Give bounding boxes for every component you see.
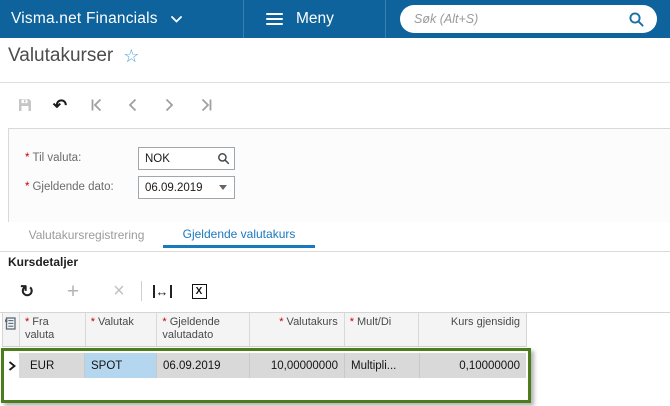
to-currency-field	[138, 147, 235, 170]
column-header-mult-div[interactable]: * Mult/Di	[345, 313, 420, 346]
cell-valutakurstype[interactable]: SPOT	[85, 353, 157, 378]
global-search	[400, 5, 657, 33]
hamburger-icon	[266, 10, 283, 28]
fit-width-button[interactable]: ↔	[149, 278, 175, 304]
column-header-fra-valuta[interactable]: * Fra valuta	[20, 313, 86, 346]
refresh-icon: ↻	[19, 281, 35, 301]
required-marker: *	[25, 181, 30, 193]
record-toolbar: ↶	[0, 90, 670, 120]
close-icon: ×	[113, 280, 125, 302]
highlight-annotation-box: EUR SPOT 06.09.2019 10,00000000 Multipli…	[1, 348, 531, 403]
header-divider	[0, 82, 670, 83]
column-header-valutakurs[interactable]: * Valutakurs	[250, 313, 345, 346]
row-pointer-icon	[8, 360, 16, 371]
cell-kurs-gjensidig[interactable]: 0,10000000	[420, 353, 526, 378]
column-header-valutakurstype[interactable]: * Valutak	[86, 313, 158, 346]
page-title: Valutakurser	[8, 45, 114, 66]
brand-title: Visma.net Financials	[11, 10, 158, 27]
menu-label: Meny	[296, 10, 334, 27]
tab-valutakursregistrering[interactable]: Valutakursregistrering	[10, 222, 163, 248]
cell-mult-div[interactable]: Multipli...	[345, 353, 420, 378]
to-currency-input[interactable]	[139, 152, 212, 165]
refresh-button[interactable]: ↻	[14, 278, 40, 304]
lookup-magnifier-icon[interactable]	[212, 148, 234, 169]
table-row[interactable]: EUR SPOT 06.09.2019 10,00000000 Multipli…	[4, 353, 526, 378]
save-button[interactable]	[13, 93, 37, 117]
search-input[interactable]	[414, 12, 625, 26]
toolbar-divider	[141, 281, 142, 301]
cell-fra-valuta[interactable]: EUR	[19, 353, 85, 378]
current-row-indicator	[4, 353, 19, 378]
chevron-down-icon	[170, 15, 182, 23]
delete-row-button[interactable]: ×	[106, 278, 132, 304]
grid-header-row: * Fra valuta * Valutak * Gjeldende valutada…	[2, 313, 527, 347]
grid-toolbar: ↻ + × ↔ X	[0, 272, 670, 312]
column-header-gjeldende-valutadato[interactable]: * Gjeldende valutadato	[157, 313, 251, 346]
go-next-button[interactable]	[157, 93, 181, 117]
brand-menu[interactable]: Visma.net Financials	[11, 0, 182, 38]
go-last-button[interactable]	[194, 93, 218, 117]
filter-panel	[8, 128, 670, 222]
app-window: Visma.net Financials Meny Valutakurser ☆	[0, 0, 670, 406]
plus-icon: +	[66, 279, 80, 303]
main-menu-button[interactable]: Meny	[266, 0, 334, 38]
column-header-kurs-gjensidig[interactable]: Kurs gjensidig	[419, 313, 526, 346]
excel-icon: X	[191, 283, 207, 299]
required-marker: *	[25, 152, 30, 164]
undo-icon: ↶	[52, 95, 68, 115]
go-first-button[interactable]	[85, 93, 109, 117]
section-title: Kursdetaljer	[8, 255, 79, 269]
tab-gjeldende-valutakurs[interactable]: Gjeldende valutakurs	[163, 222, 315, 248]
effective-date-input[interactable]	[139, 181, 212, 194]
undo-button[interactable]: ↶	[48, 93, 72, 117]
top-navigation-bar: Visma.net Financials Meny	[0, 0, 670, 38]
export-excel-button[interactable]: X	[186, 278, 212, 304]
topbar-divider	[385, 0, 386, 38]
cell-valutakurs[interactable]: 10,00000000	[250, 353, 345, 378]
go-previous-button[interactable]	[121, 93, 145, 117]
to-currency-label: * Til valuta:	[25, 152, 82, 164]
cell-gjeldende-valutadato[interactable]: 06.09.2019	[157, 353, 250, 378]
effective-date-label: * Gjeldende dato:	[25, 181, 114, 193]
effective-date-field	[138, 176, 235, 199]
row-settings-icon	[5, 317, 17, 330]
favorite-star-icon[interactable]: ☆	[123, 47, 139, 65]
grid-settings-cell[interactable]	[3, 313, 20, 346]
add-row-button[interactable]: +	[60, 278, 86, 304]
topbar-divider	[243, 0, 244, 38]
page-header: Valutakurser ☆	[8, 45, 139, 67]
section-header: Kursdetaljer	[0, 251, 670, 272]
fit-width-icon: ↔	[152, 284, 172, 298]
tab-strip: Valutakursregistrering Gjeldende valutak…	[10, 222, 315, 248]
chevron-down-icon[interactable]	[212, 177, 234, 198]
search-icon[interactable]	[625, 9, 647, 30]
